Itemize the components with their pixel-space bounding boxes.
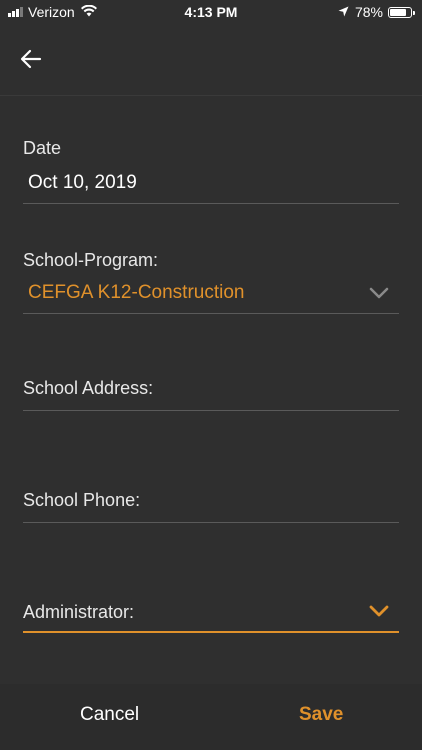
school-program-value[interactable]: CEFGA K12-Construction xyxy=(28,282,244,304)
date-underline xyxy=(23,203,399,204)
school-program-field[interactable]: School-Program: CEFGA K12-Construction xyxy=(23,250,399,314)
date-field[interactable]: Date Oct 10, 2019 xyxy=(23,138,399,204)
school-phone-field[interactable]: School Phone: xyxy=(23,490,399,524)
date-label: Date xyxy=(23,138,62,158)
cancel-button[interactable]: Cancel xyxy=(80,704,139,726)
school-phone-label: School Phone: xyxy=(23,490,141,510)
battery-percent: 78% xyxy=(354,4,383,20)
battery-cap xyxy=(413,10,415,15)
status-bar: Verizon 4:13 PM 78% xyxy=(0,0,422,24)
school-address-underline xyxy=(23,410,399,411)
date-value[interactable]: Oct 10, 2019 xyxy=(28,172,137,194)
battery-icon xyxy=(388,6,415,18)
battery-fill xyxy=(390,8,406,16)
administrator-underline xyxy=(23,631,399,633)
school-address-field[interactable]: School Address: xyxy=(23,378,399,412)
status-right: 78% xyxy=(338,4,415,20)
save-button[interactable]: Save xyxy=(299,704,343,726)
school-address-label: School Address: xyxy=(23,378,154,398)
nav-bar xyxy=(0,24,422,96)
chevron-down-icon[interactable] xyxy=(369,605,389,617)
administrator-field[interactable]: Administrator: xyxy=(23,602,399,636)
arrow-left-icon xyxy=(20,49,42,69)
administrator-label: Administrator: xyxy=(23,602,135,622)
school-program-label: School-Program: xyxy=(23,250,159,270)
chevron-down-icon[interactable] xyxy=(369,287,389,299)
school-program-underline xyxy=(23,313,399,314)
footer-bar: Cancel Save xyxy=(0,684,422,750)
location-arrow-icon xyxy=(338,4,349,20)
back-button[interactable] xyxy=(16,44,46,74)
school-phone-underline xyxy=(23,522,399,523)
